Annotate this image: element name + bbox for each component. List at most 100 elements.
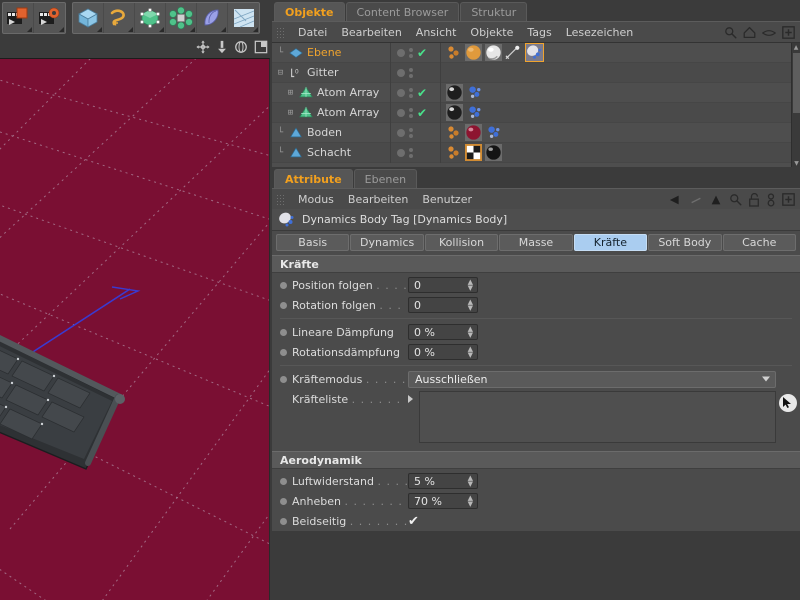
menu-modus[interactable]: Modus xyxy=(291,190,341,209)
object-manager-tree[interactable]: └ Ebene ✔ ⊟ 0 Gitter ⊞ Atom Array ✔ ⊞ At… xyxy=(272,42,800,167)
parameter-bullet[interactable] xyxy=(280,328,287,336)
material-red-icon[interactable] xyxy=(465,124,482,141)
cube-primitive-button[interactable] xyxy=(73,3,104,33)
object-manager-scrollbar[interactable]: ▲ ▼ xyxy=(791,43,800,167)
parameter-bullet[interactable] xyxy=(280,375,287,383)
table-row[interactable]: ⊞ Atom Array ✔ xyxy=(272,102,791,123)
panel-grip-handle[interactable] xyxy=(276,193,285,205)
field-luftwiderstand[interactable]: Luftwiderstand . . . . 5 % ▲ ▼ xyxy=(272,471,800,491)
object-name-cell[interactable]: └ Boden xyxy=(272,126,390,139)
position-folgen-input[interactable]: 0 ▲ ▼ xyxy=(408,277,478,293)
object-name-cell[interactable]: └ Ebene xyxy=(272,46,390,59)
plus-box-icon[interactable] xyxy=(782,193,795,206)
field-position-folgen[interactable]: Position folgen . . . . 0 ▲ ▼ xyxy=(272,275,800,295)
material-dark-icon[interactable] xyxy=(446,104,463,121)
lineare-daempfung-input[interactable]: 0 % ▲ ▼ xyxy=(408,324,478,340)
field-anheben[interactable]: Anheben . . . . . . . . 70 % ▲ ▼ xyxy=(272,491,800,511)
render-settings-button[interactable] xyxy=(34,3,65,33)
field-kraeftemodus[interactable]: Kräftemodus . . . . . . Ausschließen xyxy=(272,369,800,389)
search-icon[interactable] xyxy=(729,193,742,206)
scroll-up-arrow[interactable]: ▲ xyxy=(792,43,800,52)
tab-dynamics[interactable]: Dynamics xyxy=(350,234,424,251)
kraefteliste-listbox[interactable] xyxy=(419,391,776,443)
menu-datei[interactable]: Datei xyxy=(291,23,334,42)
pan-icon[interactable] xyxy=(196,40,210,54)
plus-box-icon[interactable] xyxy=(782,26,795,39)
enabled-check-icon[interactable]: ✔ xyxy=(417,87,427,99)
material-dark-icon[interactable] xyxy=(446,84,463,101)
tag-cell[interactable] xyxy=(440,82,791,103)
spinner-arrows[interactable]: ▲ ▼ xyxy=(468,299,473,312)
tab-kollision[interactable]: Kollision xyxy=(424,234,499,251)
beidseitig-checkbox[interactable]: ✔ xyxy=(408,515,419,528)
render-view-button[interactable] xyxy=(3,3,34,33)
render-visibility-dots[interactable] xyxy=(409,47,413,58)
tree-expand-glyph[interactable]: ⊞ xyxy=(286,108,295,118)
material-black-icon[interactable] xyxy=(485,144,502,161)
object-name-cell[interactable]: ⊞ Atom Array xyxy=(272,106,390,119)
panel-grip-handle[interactable] xyxy=(276,26,285,38)
visibility-dots-cell[interactable] xyxy=(390,142,440,163)
spinner-arrows[interactable]: ▲ ▼ xyxy=(468,346,473,359)
parameter-bullet[interactable] xyxy=(280,497,287,505)
render-visibility-dots[interactable] xyxy=(409,127,413,138)
parameter-bullet[interactable] xyxy=(280,301,287,309)
parameter-bullet[interactable] xyxy=(280,477,287,485)
render-visibility-dots[interactable] xyxy=(409,87,413,98)
kraeftemodus-dropdown[interactable]: Ausschließen xyxy=(408,370,776,388)
up-arrow-icon[interactable] xyxy=(709,194,723,206)
spinner-arrows[interactable]: ▲ ▼ xyxy=(468,495,473,508)
dynamics-body-icon[interactable] xyxy=(466,84,483,101)
home-icon[interactable] xyxy=(743,26,756,39)
material-chain-icon[interactable] xyxy=(446,125,462,141)
scene-button[interactable] xyxy=(228,3,259,33)
table-row[interactable]: └ Ebene ✔ xyxy=(272,43,791,63)
material-orange-icon[interactable] xyxy=(465,44,482,61)
field-kraefteliste[interactable]: Kräfteliste . . . . . . xyxy=(272,391,800,443)
table-row[interactable]: └ Boden xyxy=(272,122,791,143)
material-chain-icon[interactable] xyxy=(446,45,462,61)
deformer-button[interactable] xyxy=(197,3,228,33)
tab-objekte[interactable]: Objekte xyxy=(274,2,345,21)
parameter-bullet[interactable] xyxy=(280,348,287,356)
field-beidseitig[interactable]: Beidseitig . . . . . . . . ✔ xyxy=(272,511,800,531)
tag-cell[interactable] xyxy=(440,43,791,63)
tab-ebenen[interactable]: Ebenen xyxy=(353,169,418,188)
eye-icon[interactable] xyxy=(762,28,776,38)
menu-bearbeiten[interactable]: Bearbeiten xyxy=(334,23,408,42)
editor-visibility-dot[interactable] xyxy=(397,48,405,57)
tab-cache[interactable]: Cache xyxy=(722,234,796,251)
nurbs-button[interactable] xyxy=(135,3,166,33)
checker-texture-icon[interactable] xyxy=(465,144,482,161)
tag-cell[interactable] xyxy=(440,62,791,83)
tab-attribute[interactable]: Attribute xyxy=(274,169,353,188)
menu-objekte[interactable]: Objekte xyxy=(463,23,520,42)
viewport-perspective[interactable] xyxy=(0,58,270,600)
object-name-cell[interactable]: └ Schacht xyxy=(272,146,390,159)
visibility-dots-cell[interactable]: ✔ xyxy=(390,43,440,63)
table-row[interactable]: ⊞ Atom Array ✔ xyxy=(272,82,791,103)
editor-visibility-dot[interactable] xyxy=(397,148,405,157)
material-chain-icon[interactable] xyxy=(446,145,462,161)
tag-cell[interactable] xyxy=(440,142,791,163)
object-scroll-thumb[interactable] xyxy=(793,53,800,113)
field-rotation-folgen[interactable]: Rotation folgen . . . 0 ▲ ▼ xyxy=(272,295,800,315)
link-icon[interactable] xyxy=(766,192,776,207)
editor-visibility-dot[interactable] xyxy=(397,88,405,97)
visibility-dots-cell[interactable]: ✔ xyxy=(390,82,440,103)
dynamics-body-icon[interactable] xyxy=(466,104,483,121)
tab-content-browser[interactable]: Content Browser xyxy=(345,2,460,21)
unlock-icon[interactable] xyxy=(748,192,760,207)
field-rotationsdaempfung[interactable]: Rotationsdämpfung 0 % ▲ ▼ xyxy=(272,342,800,362)
enabled-check-icon[interactable]: ✔ xyxy=(417,107,427,119)
visibility-dots-cell[interactable]: ✔ xyxy=(390,102,440,123)
tag-cell[interactable] xyxy=(440,122,791,143)
selected-tag-wrapper[interactable] xyxy=(525,43,544,62)
tab-basis[interactable]: Basis xyxy=(276,234,350,251)
spline-button[interactable] xyxy=(104,3,135,33)
pick-object-cursor-icon[interactable] xyxy=(779,394,797,412)
xpresso-icon[interactable] xyxy=(505,45,522,61)
menu-ansicht[interactable]: Ansicht xyxy=(409,23,464,42)
expand-right-triangle-icon[interactable] xyxy=(408,395,413,403)
menu-lesezeichen[interactable]: Lesezeichen xyxy=(559,23,641,42)
